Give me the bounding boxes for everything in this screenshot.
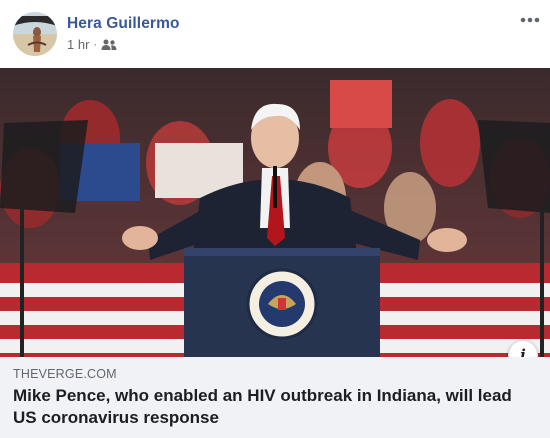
link-headline: Mike Pence, who enabled an HIV outbreak … <box>13 386 512 427</box>
news-photo <box>0 68 550 357</box>
more-options-icon <box>520 17 540 23</box>
friends-icon[interactable] <box>101 39 117 51</box>
author-name[interactable]: Hera Guillermo <box>67 15 180 33</box>
more-options-button[interactable] <box>516 10 544 30</box>
link-domain: THEVERGE.COM <box>13 367 117 381</box>
post-meta: 1 hr · <box>67 37 117 52</box>
meta-separator: · <box>93 38 98 51</box>
facebook-post: Hera Guillermo 1 hr · i THEVERGE.COM Mik… <box>0 0 550 438</box>
post-timestamp[interactable]: 1 hr <box>67 37 89 52</box>
author-avatar[interactable] <box>13 12 57 56</box>
link-caption[interactable]: THEVERGE.COM Mike Pence, who enabled an … <box>0 357 550 438</box>
avatar-photo <box>13 12 57 56</box>
link-preview-image[interactable] <box>0 68 550 357</box>
post-header: Hera Guillermo 1 hr · <box>0 0 550 68</box>
